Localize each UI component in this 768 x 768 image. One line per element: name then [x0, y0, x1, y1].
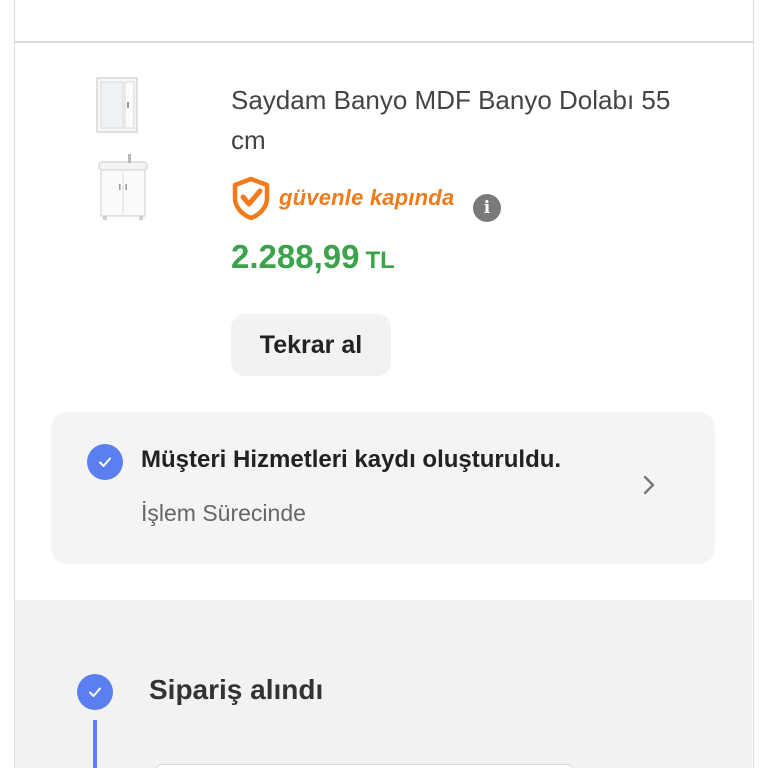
section-divider — [15, 41, 753, 43]
check-circle-icon — [87, 444, 123, 480]
check-circle-icon — [77, 674, 113, 710]
info-icon[interactable]: i — [473, 194, 501, 222]
product-image-sink-cabinet[interactable] — [95, 152, 151, 222]
order-detail-panel: Saydam Banyo MDF Banyo Dolabı 55 cm güve… — [14, 0, 754, 768]
price: 2.288,99 TL — [231, 238, 395, 276]
customer-service-title: Müşteri Hizmetleri kaydı oluşturuldu. — [141, 446, 562, 473]
price-currency: TL — [365, 247, 395, 274]
customer-service-card[interactable]: Müşteri Hizmetleri kaydı oluşturuldu. İş… — [51, 412, 715, 564]
price-amount: 2.288,99 — [231, 238, 360, 275]
order-tracking-section: Sipariş alındı — [15, 600, 752, 768]
guvenle-kapinda-badge: güvenle kapında — [231, 176, 454, 220]
tracking-next-card — [155, 764, 575, 768]
badge-text: güvenle kapında — [279, 185, 455, 210]
tracking-step-label: Sipariş alındı — [149, 674, 324, 705]
customer-service-status: İşlem Sürecinde — [141, 500, 306, 526]
reorder-button[interactable]: Tekrar al — [231, 314, 391, 376]
product-title[interactable]: Saydam Banyo MDF Banyo Dolabı 55 cm — [231, 80, 701, 160]
product-image-mirror-cabinet[interactable] — [95, 76, 139, 136]
chevron-right-icon — [643, 475, 655, 495]
shield-check-icon — [232, 176, 270, 220]
tracking-progress-line — [93, 720, 97, 768]
